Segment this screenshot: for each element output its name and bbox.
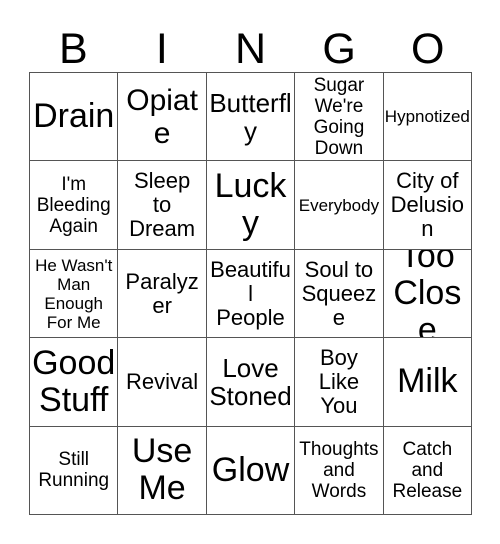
bingo-cell-label: Thoughts and Words	[299, 438, 379, 502]
bingo-cell[interactable]: Good Stuff	[30, 338, 119, 427]
bingo-row: Drain Opiate Butterfly Sugar We're Going…	[30, 73, 473, 162]
bingo-header-letter-i: I	[155, 25, 168, 73]
bingo-header-letter-g: G	[322, 25, 356, 73]
bingo-cell-label: Good Stuff	[32, 343, 116, 419]
bingo-cell-label: Still Running	[38, 449, 110, 492]
bingo-cell[interactable]: Lucky	[206, 161, 296, 250]
bingo-cell-label: Milk	[397, 362, 458, 401]
bingo-cell[interactable]: Too Close	[383, 249, 473, 339]
bingo-header-letter-b: B	[58, 25, 88, 73]
bingo-cell[interactable]: Sleep to Dream	[118, 161, 207, 250]
bingo-cell-label: He Wasn't Man Enough For Me	[35, 255, 113, 332]
bingo-cell-label: Everybody	[298, 195, 380, 215]
bingo-grid: Drain Opiate Butterfly Sugar We're Going…	[29, 72, 473, 516]
bingo-cell[interactable]: Thoughts and Words	[295, 426, 384, 516]
bingo-cell-label: Sugar We're Going Down	[313, 74, 365, 159]
bingo-cell[interactable]: City of Delusion	[383, 161, 473, 250]
bingo-cell[interactable]: Sugar We're Going Down	[295, 73, 384, 162]
bingo-cell-label: Hypnotized	[384, 107, 470, 127]
bingo-cell[interactable]: Soul to Squeeze	[295, 249, 384, 339]
bingo-cell-label: Butterfly	[209, 87, 292, 146]
bingo-cell-label: Revival	[126, 368, 199, 394]
bingo-header-letter-o: O	[410, 25, 445, 73]
bingo-cell-label: Use Me	[131, 432, 193, 508]
bingo-cell-label: Catch and Release	[392, 438, 463, 502]
bingo-cell[interactable]: Milk	[383, 338, 473, 427]
bingo-cell[interactable]: Drain	[30, 73, 119, 162]
bingo-cell[interactable]: Butterfly	[206, 73, 296, 162]
bingo-row: He Wasn't Man Enough For Me Paralyzer Be…	[30, 249, 473, 339]
bingo-cell[interactable]: Boy Like You	[295, 338, 384, 427]
bingo-cell[interactable]: I'm Bleeding Again	[30, 161, 119, 250]
bingo-cell[interactable]: Beautiful People	[206, 249, 296, 339]
bingo-cell-label: Glow	[211, 450, 290, 489]
bingo-cell-label: Lucky	[214, 167, 287, 243]
bingo-cell-label: Too Close	[393, 249, 462, 339]
bingo-row: Still Running Use Me Glow Thoughts and W…	[30, 426, 473, 516]
bingo-card: B I N G O Drain Opiate Butterfly Sugar W…	[0, 0, 500, 544]
bingo-cell-label: Sleep to Dream	[129, 168, 196, 242]
bingo-cell[interactable]: He Wasn't Man Enough For Me	[30, 249, 119, 339]
bingo-cell-label: Beautiful People	[210, 256, 291, 330]
bingo-cell-label: Opiate	[126, 83, 198, 150]
bingo-cell-label: Soul to Squeeze	[301, 256, 377, 330]
bingo-header-letter-n: N	[234, 25, 267, 73]
bingo-row: I'm Bleeding Again Sleep to Dream Lucky …	[30, 161, 473, 250]
bingo-cell-label: Drain	[33, 97, 115, 136]
bingo-cell[interactable]: Love Stoned	[206, 338, 296, 427]
bingo-cell[interactable]: Opiate	[118, 73, 207, 162]
bingo-cell[interactable]: Catch and Release	[383, 426, 473, 516]
bingo-row: Good Stuff Revival Love Stoned Boy Like …	[30, 338, 473, 427]
bingo-cell-label: Boy Like You	[318, 344, 360, 418]
bingo-cell[interactable]: Use Me	[118, 426, 207, 516]
bingo-header-row: B I N G O	[29, 14, 472, 72]
bingo-cell-label: Love Stoned	[209, 352, 292, 411]
bingo-cell-label: Paralyzer	[125, 268, 199, 318]
bingo-cell[interactable]: Everybody	[295, 161, 384, 250]
bingo-cell-label: City of Delusion	[390, 168, 465, 242]
bingo-cell-label: I'm Bleeding Again	[36, 173, 111, 237]
bingo-cell[interactable]: Revival	[118, 338, 207, 427]
bingo-cell[interactable]: Still Running	[30, 426, 119, 516]
bingo-cell[interactable]: Paralyzer	[118, 249, 207, 339]
bingo-cell[interactable]: Glow	[206, 426, 296, 516]
bingo-cell[interactable]: Hypnotized	[383, 73, 473, 162]
